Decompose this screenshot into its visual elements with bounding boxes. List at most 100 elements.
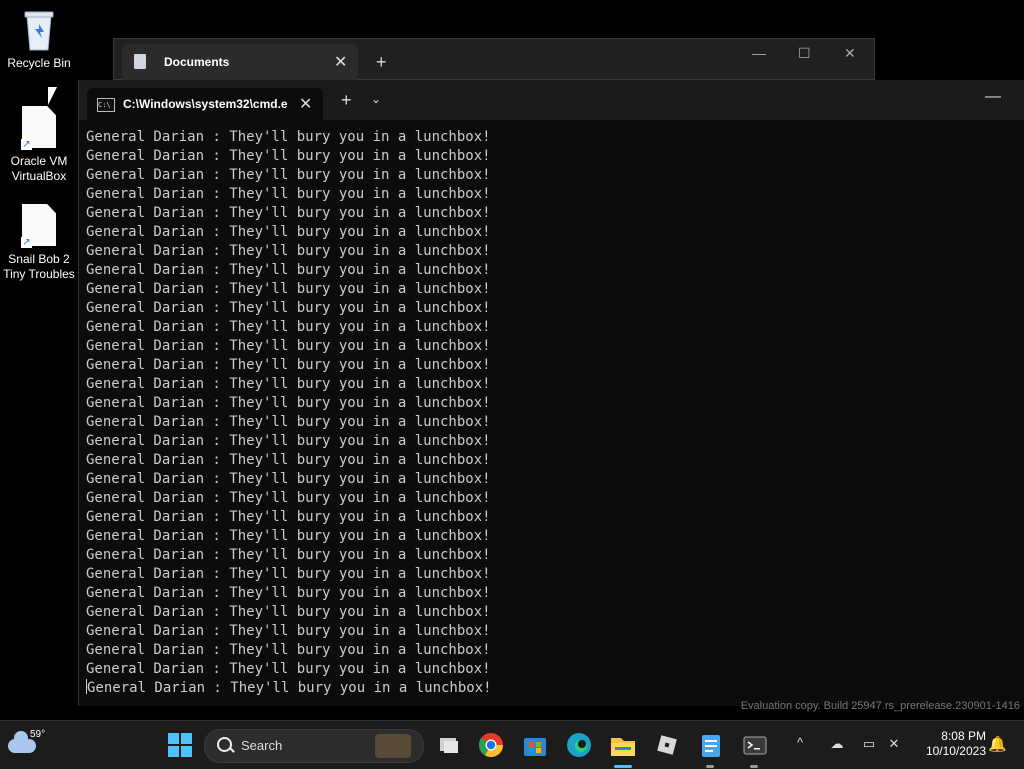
terminal-line: General Darian : They'll bury you in a l… [86,432,492,451]
store-icon [524,738,546,756]
notepad-button[interactable] [695,729,727,761]
new-tab-button[interactable]: + [341,90,352,111]
terminal-line-text: General Darian : They'll bury you in a l… [86,490,491,506]
terminal-line-text: General Darian : They'll bury you in a l… [86,148,491,164]
terminal-line: General Darian : They'll bury you in a l… [86,261,492,280]
terminal-line-text: General Darian : They'll bury you in a l… [86,186,491,202]
taskbar-search[interactable]: Search [204,729,424,763]
shortcut-file-icon: ↗ [19,106,59,150]
terminal-line-text: General Darian : They'll bury you in a l… [86,376,491,392]
notifications-bell-icon[interactable]: 🔔 [988,735,1007,753]
clock-date: 10/10/2023 [925,744,986,758]
file-explorer-button[interactable] [607,729,639,761]
notepad-icon [702,735,720,757]
terminal-tab[interactable]: C:\ C:\Windows\system32\cmd.e: ✕ [87,88,323,120]
terminal-line-text: General Darian : They'll bury you in a l… [86,224,491,240]
desktop-icon-recycle-bin[interactable]: Recycle Bin [1,8,77,71]
terminal-line-text: General Darian : They'll bury you in a l… [87,680,492,696]
close-tab-button[interactable]: ✕ [299,94,312,114]
terminal-line: General Darian : They'll bury you in a l… [86,147,492,166]
shortcut-file-icon: ↗ [19,204,59,248]
terminal-line: General Darian : They'll bury you in a l… [86,223,492,242]
tab-title: C:\Windows\system32\cmd.e: [123,97,288,111]
terminal-icon [743,736,767,755]
terminal-line: General Darian : They'll bury you in a l… [86,166,492,185]
close-button[interactable]: ✕ [844,45,856,62]
desktop-icon-snail-bob[interactable]: ↗ Snail Bob 2 Tiny Troubles [1,204,77,282]
show-hidden-icons-button[interactable]: ^ [797,735,803,750]
terminal-line-text: General Darian : They'll bury you in a l… [86,585,491,601]
weather-widget[interactable]: 59° [8,729,48,761]
roblox-icon [657,735,677,755]
terminal-line: General Darian : They'll bury you in a l… [86,508,492,527]
roblox-button[interactable] [651,729,683,761]
edge-icon [567,733,591,757]
minimize-button[interactable]: — [985,88,1001,106]
terminal-line: General Darian : They'll bury you in a l… [86,622,492,641]
terminal-line-text: General Darian : They'll bury you in a l… [86,604,491,620]
volume-muted-icon[interactable]: ✕ [886,737,902,751]
terminal-line-text: General Darian : They'll bury you in a l… [86,129,491,145]
terminal-line-text: General Darian : They'll bury you in a l… [86,281,491,297]
terminal-line: General Darian : They'll bury you in a l… [86,375,492,394]
folder-icon [611,738,635,756]
desktop-icon-label: Recycle Bin [7,56,71,70]
weather-temp: 59° [30,729,46,740]
terminal-output[interactable]: General Darian : They'll bury you in a l… [86,128,492,698]
shortcut-arrow-icon: ↗ [21,237,32,248]
terminal-line-text: General Darian : They'll bury you in a l… [86,300,491,316]
network-icon[interactable]: ▭ [861,737,877,751]
documents-window[interactable]: Documents ✕ + — ☐ ✕ [113,38,875,80]
cmd-icon: C:\ [97,98,115,112]
terminal-line: General Darian : They'll bury you in a l… [86,584,492,603]
terminal-line-text: General Darian : They'll bury you in a l… [86,452,491,468]
terminal-line: General Darian : They'll bury you in a l… [86,565,492,584]
terminal-line: General Darian : They'll bury you in a l… [86,470,492,489]
microsoft-store-button[interactable] [519,729,551,761]
desktop-icon-label: Oracle VM VirtualBox [10,154,68,183]
terminal-line: General Darian : They'll bury you in a l… [86,489,492,508]
terminal-line-text: General Darian : They'll bury you in a l… [86,509,491,525]
terminal-line: General Darian : They'll bury you in a l… [86,318,492,337]
terminal-line: General Darian : They'll bury you in a l… [86,546,492,565]
terminal-line-text: General Darian : They'll bury you in a l… [86,395,491,411]
terminal-line: General Darian : They'll bury you in a l… [86,185,492,204]
desktop-icon-virtualbox[interactable]: ↗ Oracle VM VirtualBox [1,106,77,184]
maximize-button[interactable]: ☐ [798,45,811,62]
terminal-line: General Darian : They'll bury you in a l… [86,641,492,660]
documents-tab[interactable]: Documents ✕ [122,44,358,80]
terminal-line-text: General Darian : They'll bury you in a l… [86,566,491,582]
desktop-icon-label: Snail Bob 2 Tiny Troubles [3,252,75,281]
mouse-cursor-icon [48,87,57,105]
terminal-line-text: General Darian : They'll bury you in a l… [86,243,491,259]
terminal-line: General Darian : They'll bury you in a l… [86,413,492,432]
close-tab-button[interactable]: ✕ [334,52,347,72]
new-tab-button[interactable]: + [376,52,387,73]
terminal-window[interactable]: C:\ C:\Windows\system32\cmd.e: ✕ + ⌄ — G… [78,80,1024,706]
clock-time: 8:08 PM [941,729,986,743]
minimize-button[interactable]: — [752,45,766,61]
terminal-line: General Darian : They'll bury you in a l… [86,660,492,679]
terminal-line-text: General Darian : They'll bury you in a l… [86,528,491,544]
search-label: Search [241,738,283,753]
search-icon [217,737,232,752]
chevron-down-icon[interactable]: ⌄ [371,92,381,106]
taskbar: 59° Search ^ ☁ ▭ ✕ 8:08 PM 10/10/2023 🔔 [0,720,1024,769]
terminal-line-text: General Darian : They'll bury you in a l… [86,205,491,221]
onedrive-icon[interactable]: ☁ [829,737,845,751]
chrome-button[interactable] [475,729,507,761]
clock[interactable]: 8:08 PM 10/10/2023 [916,729,986,759]
start-button[interactable] [165,729,197,761]
edge-button[interactable] [563,729,595,761]
cloud-icon [8,731,36,753]
terminal-line: General Darian : They'll bury you in a l… [86,299,492,318]
terminal-button[interactable] [739,729,771,761]
terminal-line-text: General Darian : They'll bury you in a l… [86,262,491,278]
task-view-button[interactable] [433,729,465,761]
terminal-line-text: General Darian : They'll bury you in a l… [86,547,491,563]
terminal-title-bar[interactable]: C:\ C:\Windows\system32\cmd.e: ✕ + ⌄ — [79,80,1024,120]
evaluation-watermark: Evaluation copy. Build 25947.rs_prerelea… [740,700,1020,712]
shortcut-arrow-icon: ↗ [21,139,32,150]
chrome-icon [478,733,503,758]
terminal-line-text: General Darian : They'll bury you in a l… [86,433,491,449]
